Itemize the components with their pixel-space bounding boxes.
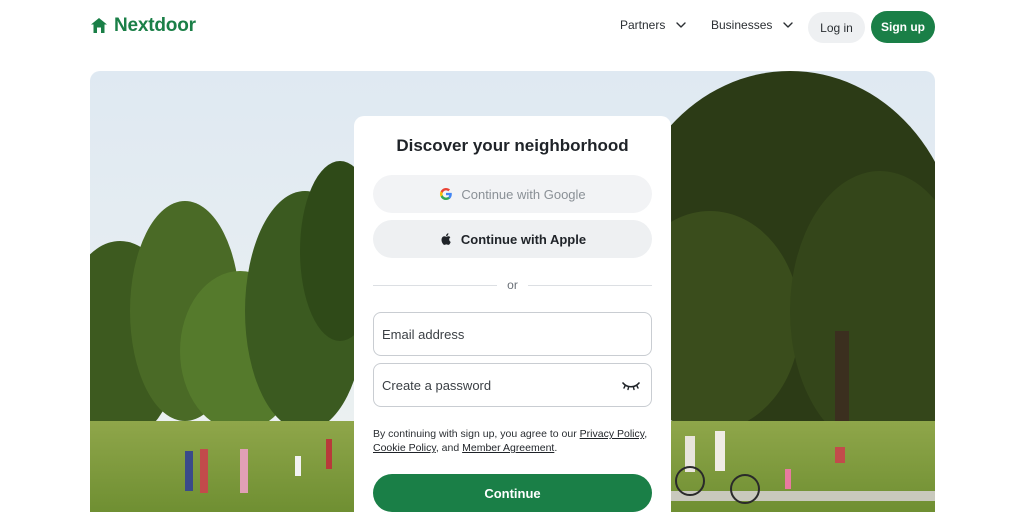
login-button[interactable]: Log in [808, 12, 865, 43]
privacy-policy-link[interactable]: Privacy Policy [580, 428, 645, 440]
google-icon [440, 188, 453, 200]
divider-or-text: or [507, 278, 518, 292]
nextdoor-logo[interactable]: Nextdoor [90, 15, 196, 37]
terms-separator-1: , [644, 428, 648, 440]
continue-with-google-button[interactable]: Continue with Google [373, 175, 652, 213]
hide-password-eye-icon[interactable] [621, 378, 641, 392]
terms-prefix: By continuing with sign up, you agree to… [373, 428, 580, 440]
apple-button-label: Continue with Apple [460, 231, 587, 247]
google-button-label: Continue with Google [461, 186, 586, 202]
member-agreement-link[interactable]: Member Agreement [462, 442, 554, 454]
password-input[interactable] [382, 364, 622, 406]
cookie-policy-link[interactable]: Cookie Policy [373, 442, 436, 454]
card-title: Discover your neighborhood [396, 136, 629, 155]
signup-button[interactable]: Sign up [871, 11, 935, 43]
nav-partners-label: Partners [620, 18, 666, 32]
email-input[interactable] [382, 313, 622, 355]
email-field[interactable] [373, 312, 652, 356]
house-logo-icon [91, 18, 107, 33]
chevron-down-icon [783, 22, 794, 28]
apple-icon [441, 233, 451, 245]
nav-businesses-label: Businesses [711, 18, 773, 32]
signup-card: Discover your neighborhood Continue with… [354, 116, 671, 512]
terms-text: By continuing with sign up, you agree to… [373, 427, 658, 455]
terms-suffix: . [554, 442, 558, 454]
nav-businesses[interactable]: Businesses [711, 18, 794, 32]
brand-name: Nextdoor [114, 15, 196, 36]
password-field[interactable] [373, 363, 652, 407]
site-header: Nextdoor Partners Businesses Log in Sign… [0, 0, 1024, 56]
continue-with-apple-button[interactable]: Continue with Apple [373, 220, 652, 258]
or-divider: or [373, 278, 652, 292]
nav-partners[interactable]: Partners [620, 18, 687, 32]
continue-button[interactable]: Continue [373, 474, 652, 512]
terms-separator-2: , and [435, 442, 463, 454]
chevron-down-icon [676, 22, 687, 28]
